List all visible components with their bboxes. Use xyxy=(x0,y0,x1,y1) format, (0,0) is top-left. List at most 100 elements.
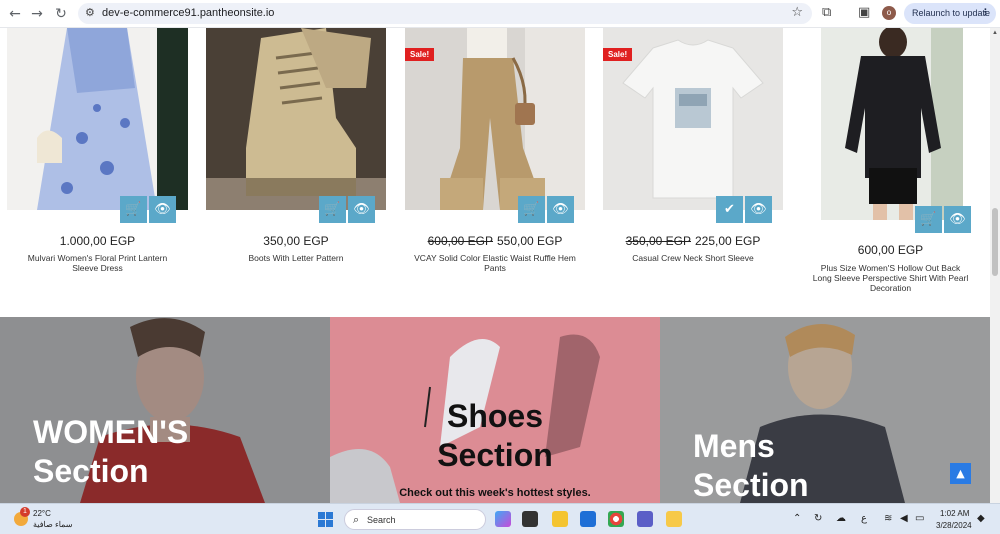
search-label: Search xyxy=(367,515,396,525)
product-card[interactable]: Sale! 🛒 👁 600,00 EGP 550,00 EGP VCAY Soli… xyxy=(405,28,585,288)
product-actions: 🛒 👁 xyxy=(120,196,176,223)
women-title-line1: WOMEN'S xyxy=(33,414,189,450)
clock-date[interactable]: 3/28/2024 xyxy=(936,521,972,530)
scroll-up-icon[interactable]: ▲ xyxy=(992,30,998,36)
current-price: 550,00 EGP xyxy=(497,234,563,248)
weather-badge: 1 xyxy=(20,507,30,517)
cloud-icon[interactable]: ☁ xyxy=(836,513,846,524)
url-text[interactable]: dev-e-commerce91.pantheonsite.io xyxy=(102,7,274,19)
store-icon[interactable] xyxy=(580,511,596,527)
notes-app-icon[interactable] xyxy=(666,511,682,527)
product-image[interactable] xyxy=(7,28,188,210)
taskbar-search[interactable]: ⌕ Search xyxy=(344,509,486,530)
add-to-cart-button[interactable]: 🛒 xyxy=(518,196,545,223)
quick-view-button[interactable]: 👁 xyxy=(745,196,772,223)
profile-avatar[interactable]: o xyxy=(882,6,896,20)
mens-title-line2: Section xyxy=(693,467,809,503)
taskbar: 1 22°C سماء صافية ⌕ Search ⌃ ↻ ☁ ع ≋ ◀ ▭… xyxy=(0,503,1000,534)
site-info-icon[interactable]: ⚙ xyxy=(85,6,95,19)
teams-icon[interactable] xyxy=(637,511,653,527)
add-to-cart-button[interactable]: 🛒 xyxy=(915,206,942,233)
browser-toolbar: ← → ↻ ⚙ dev-e-commerce91.pantheonsite.io… xyxy=(0,0,1000,28)
current-price: 1.000,00 EGP xyxy=(59,234,136,248)
volume-icon[interactable]: ◀ xyxy=(900,513,908,524)
search-icon: ⌕ xyxy=(353,513,360,526)
page-viewport: 🛒 👁 1.000,00 EGP Mulvari Women's Floral … xyxy=(0,28,990,503)
product-name[interactable]: Boots With Letter Pattern xyxy=(206,253,386,263)
current-price: 600,00 EGP xyxy=(857,243,924,257)
quick-view-button[interactable]: 👁 xyxy=(547,196,574,223)
quick-view-button[interactable]: 👁 xyxy=(149,196,176,223)
mens-title-line1: Mens xyxy=(693,428,775,464)
product-card[interactable]: Sale! ✔ 👁 350,00 EGP 225,00 EGP Casual Cr… xyxy=(603,28,783,288)
sale-badge: Sale! xyxy=(603,48,633,61)
added-to-cart-check-button[interactable]: ✔ xyxy=(716,196,743,223)
weather-temp[interactable]: 22°C xyxy=(33,509,51,518)
product-actions: ✔ 👁 xyxy=(716,196,772,223)
women-section-banner[interactable]: WOMEN'S Section xyxy=(0,317,330,503)
reload-icon[interactable]: ↻ xyxy=(52,5,70,23)
product-name[interactable]: VCAY Solid Color Elastic Waist Ruffle He… xyxy=(405,253,585,273)
product-price: 350,00 EGP 225,00 EGP xyxy=(603,234,783,248)
original-price: 350,00 EGP xyxy=(625,234,691,248)
copilot-icon[interactable] xyxy=(495,511,511,527)
menu-icon[interactable]: ⋮ xyxy=(981,3,990,24)
product-name[interactable]: Casual Crew Neck Short Sleeve xyxy=(603,253,783,263)
relaunch-button[interactable]: Relaunch to update ⋮ xyxy=(904,3,996,24)
product-actions: 🛒 👁 xyxy=(518,196,574,223)
page-scrollbar[interactable]: ▲ xyxy=(990,28,1000,503)
mens-section-title: Mens Section xyxy=(693,427,809,503)
relaunch-label: Relaunch to update xyxy=(912,8,991,18)
add-to-cart-button[interactable]: 🛒 xyxy=(319,196,346,223)
scroll-to-top-button[interactable]: ▲ xyxy=(950,463,971,484)
chrome-icon[interactable] xyxy=(608,511,624,527)
product-actions: 🛒 👁 xyxy=(319,196,375,223)
bookmark-star-icon[interactable]: ☆ xyxy=(791,5,803,20)
shoes-section-banner[interactable]: Shoes Section Check out this week's hott… xyxy=(330,317,660,503)
product-card[interactable]: 🛒 👁 1.000,00 EGP Mulvari Women's Floral … xyxy=(7,28,188,288)
quick-view-button[interactable]: 👁 xyxy=(348,196,375,223)
forward-icon[interactable]: → xyxy=(28,5,46,23)
product-card[interactable]: 🛒 👁 600,00 EGP Plus Size Women'S Hollow … xyxy=(803,28,978,298)
product-name[interactable]: Mulvari Women's Floral Print Lantern Sle… xyxy=(7,253,188,273)
back-icon[interactable]: ← xyxy=(6,5,24,23)
current-price: 350,00 EGP xyxy=(263,234,329,248)
original-price: 600,00 EGP xyxy=(427,234,493,248)
extensions-icon[interactable]: ⧉ xyxy=(822,5,831,20)
product-card[interactable]: 🛒 👁 350,00 EGP Boots With Letter Pattern xyxy=(206,28,386,288)
product-price: 600,00 EGP 550,00 EGP xyxy=(405,234,585,248)
women-section-title: WOMEN'S Section xyxy=(33,413,188,491)
category-banners: WOMEN'S Section Shoes Section Check out … xyxy=(0,317,990,503)
product-image[interactable] xyxy=(206,28,386,210)
start-button[interactable] xyxy=(318,512,333,527)
shoes-title-line1: Shoes xyxy=(446,398,544,434)
shoes-title-line2: Section xyxy=(437,437,553,473)
clock-time[interactable]: 1:02 AM xyxy=(940,509,969,518)
tray-overflow-icon[interactable]: ⌃ xyxy=(793,513,801,524)
product-price: 600,00 EGP xyxy=(803,243,978,257)
battery-icon[interactable]: ▭ xyxy=(915,513,924,524)
address-bar[interactable]: ⚙ dev-e-commerce91.pantheonsite.io ☆ xyxy=(78,3,812,24)
product-name[interactable]: Plus Size Women'S Hollow Out Back Long S… xyxy=(803,263,978,293)
notification-bell-icon[interactable]: ◆ xyxy=(977,513,985,524)
add-to-cart-button[interactable]: 🛒 xyxy=(120,196,147,223)
scrollbar-thumb[interactable] xyxy=(992,208,998,276)
weather-description[interactable]: سماء صافية xyxy=(33,520,73,529)
onedrive-sync-icon[interactable]: ↻ xyxy=(814,513,822,524)
side-panel-icon[interactable]: ▣ xyxy=(858,5,870,20)
wifi-icon[interactable]: ≋ xyxy=(884,513,892,524)
shoes-section-title: Shoes Section xyxy=(330,397,660,475)
shoes-tagline: Check out this week's hottest styles. xyxy=(399,487,591,499)
women-title-line2: Section xyxy=(33,453,149,489)
quick-view-button[interactable]: 👁 xyxy=(944,206,971,233)
product-actions: 🛒 👁 xyxy=(915,206,971,233)
product-price: 1.000,00 EGP xyxy=(7,234,188,248)
task-view-icon[interactable] xyxy=(522,511,538,527)
product-image[interactable] xyxy=(821,28,963,220)
product-price: 350,00 EGP xyxy=(206,234,386,248)
mens-section-banner[interactable]: Mens Section xyxy=(660,317,990,503)
current-price: 225,00 EGP xyxy=(695,234,761,248)
file-explorer-icon[interactable] xyxy=(552,511,568,527)
language-indicator[interactable]: ع xyxy=(861,513,867,524)
sale-badge: Sale! xyxy=(405,48,435,61)
